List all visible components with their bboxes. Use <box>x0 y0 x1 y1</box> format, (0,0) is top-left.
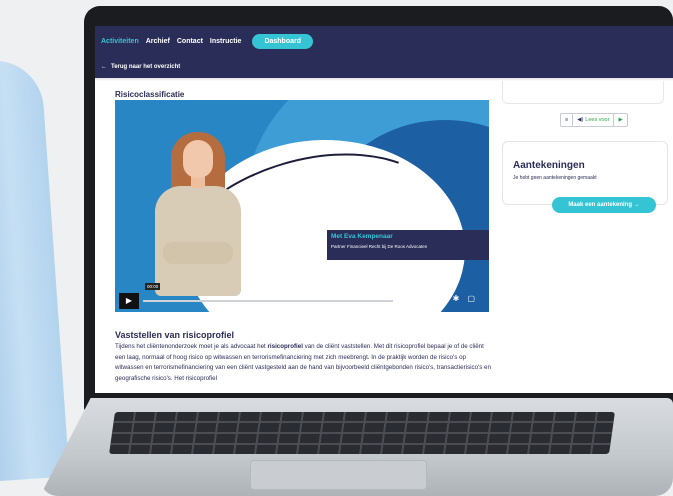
video-time: 00:00 <box>145 283 161 290</box>
section-heading: Vaststellen van risicoprofiel <box>115 330 235 340</box>
arrow-right-icon: → <box>633 202 640 208</box>
presenter-image <box>149 130 245 296</box>
player-controls-icons[interactable]: ◀) ▭ ▣ ✱ ▢ ⛶ <box>401 294 489 313</box>
notes-title: Aantekeningen <box>513 160 585 171</box>
notes-card <box>502 141 668 205</box>
presenter-role: Partner Financieel Recht bij De Roos Adv… <box>331 244 428 249</box>
sidebar-top-card <box>502 81 664 104</box>
add-note-button[interactable]: Maak een aantekening → <box>552 197 656 213</box>
laptop-keyboard <box>109 412 615 454</box>
video-player[interactable]: Risico- classificatie Met Eva Kempenaar … <box>115 100 489 312</box>
nav-item-contact[interactable]: Contact <box>177 38 203 45</box>
video-controls: ▶ 00:00 ◀) ▭ ▣ ✱ ▢ ⛶ <box>115 283 489 313</box>
play-icon[interactable]: ▶ <box>119 293 139 309</box>
menu-icon[interactable]: ≡ <box>561 114 574 126</box>
back-arrow-icon: ← <box>101 64 107 70</box>
dashboard-button[interactable]: Dashboard <box>252 33 313 49</box>
top-nav: Activiteiten Archief Contact Instructie … <box>95 26 673 56</box>
notes-empty-text: Je hebt geen aantekeningen gemaakt <box>513 175 597 181</box>
read-aloud-button[interactable]: ◀) Lees voor <box>573 114 615 126</box>
nav-item-archief[interactable]: Archief <box>146 38 170 45</box>
back-link-label: Terug naar het overzicht <box>111 64 181 70</box>
video-title: Risico- classificatie <box>329 184 437 226</box>
read-aloud-play-icon[interactable]: ▶ <box>614 114 626 126</box>
laptop-screen: Activiteiten Archief Contact Instructie … <box>95 26 673 393</box>
nav-item-instructie[interactable]: Instructie <box>210 38 242 45</box>
nav-item-activiteiten[interactable]: Activiteiten <box>101 38 139 45</box>
section-paragraph: Tijdens het cliëntenonderzoek moet je al… <box>115 343 491 382</box>
read-aloud-control[interactable]: ≡ ◀) Lees voor ▶ <box>560 113 628 127</box>
video-progress-bar[interactable] <box>143 300 393 302</box>
presenter-name: Met Eva Kempenaar <box>331 233 393 240</box>
laptop-touchpad <box>250 460 427 490</box>
person-arm <box>0 57 70 483</box>
back-link[interactable]: ← Terug naar het overzicht <box>95 56 673 78</box>
page-title: Risicoclassificatie <box>115 90 185 99</box>
